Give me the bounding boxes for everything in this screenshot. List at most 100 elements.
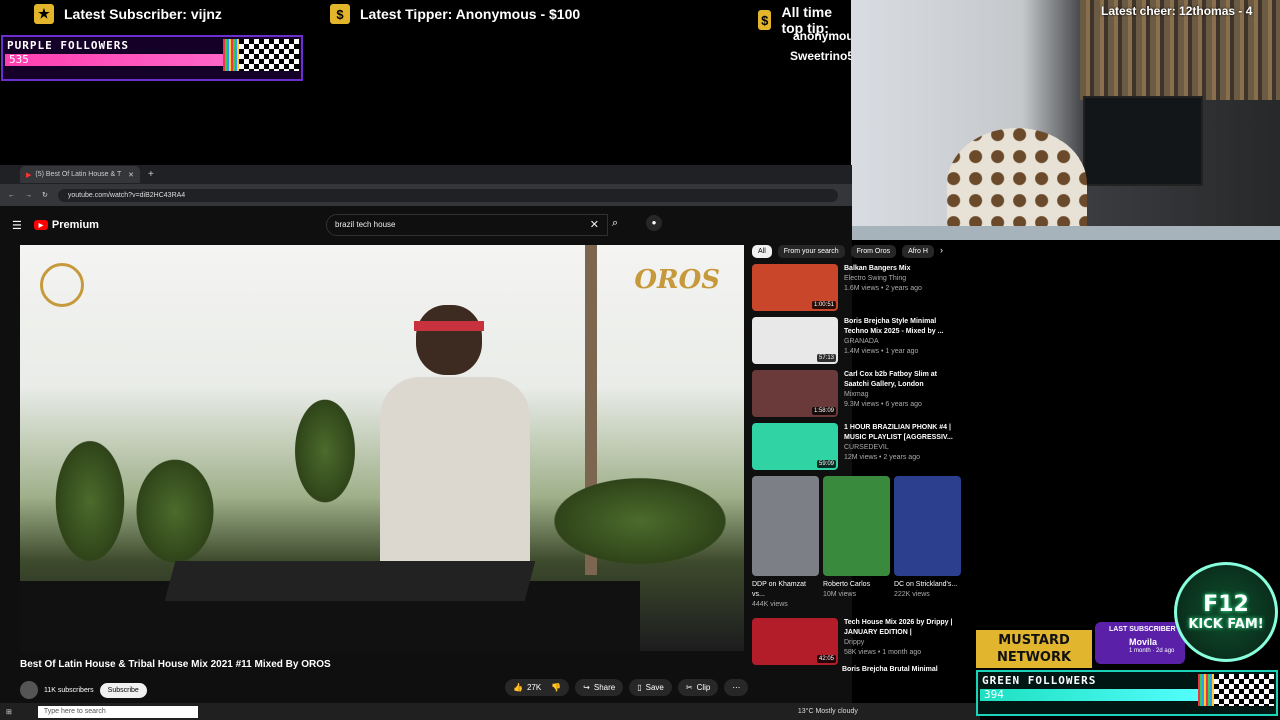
chip-all[interactable]: All bbox=[752, 245, 772, 258]
browser-window: ▶ (5) Best Of Latin House & T ✕ + ← → ↻ … bbox=[0, 165, 961, 703]
last-subscriber-name: Movila bbox=[1129, 637, 1158, 647]
reload-icon[interactable]: ↻ bbox=[42, 191, 48, 199]
share-icon: ↪ bbox=[583, 683, 590, 692]
chevron-right-icon[interactable]: › bbox=[940, 245, 943, 258]
dj bbox=[380, 305, 530, 607]
latest-cheer: Latest cheer: 12thomas - 4 bbox=[1101, 4, 1253, 18]
video-meta: Boris Brejcha Style Minimal Techno Mix 2… bbox=[844, 317, 962, 364]
short-meta[interactable]: DDP on Khamzat vs... 444K views bbox=[752, 580, 819, 610]
youtube-logo[interactable]: ▶ Premium bbox=[33, 219, 99, 231]
more-actions-button[interactable]: ⋯ bbox=[724, 679, 749, 696]
search-value: brazil tech house bbox=[335, 220, 396, 229]
url-field[interactable]: youtube.com/watch?v=diB2HC43RA4 bbox=[57, 188, 838, 202]
clip-button[interactable]: ✂ Clip bbox=[677, 679, 719, 696]
dj-bandana bbox=[414, 321, 484, 331]
desk bbox=[851, 226, 1280, 240]
video-channel: Mixmag bbox=[844, 391, 869, 398]
video-duration: 42:05 bbox=[816, 655, 836, 663]
like-button[interactable]: 👍 27K 👎 bbox=[505, 679, 570, 696]
palm-tree bbox=[130, 451, 220, 571]
recommendation-item[interactable]: 57:13 Boris Brejcha Style Minimal Techno … bbox=[752, 317, 962, 364]
subscriber-count: 11K subscribers bbox=[44, 686, 94, 694]
green-followers-goal: GREEN FOLLOWERS 394 400 bbox=[976, 670, 1278, 716]
mustard-line-1: MUSTARD bbox=[998, 633, 1070, 648]
short-meta[interactable]: Roberto Carlos 10M views bbox=[823, 580, 890, 610]
short-thumbnail[interactable] bbox=[823, 476, 890, 576]
video-thumbnail: 59:09 bbox=[752, 423, 838, 470]
video-title-small: Tech House Mix 2026 by Drippy | JANUARY … bbox=[844, 619, 953, 636]
save-label: Save bbox=[645, 683, 664, 692]
money-bag-icon: $ bbox=[758, 10, 772, 30]
taskbar-search[interactable]: Type here to search bbox=[37, 705, 198, 718]
short-thumbnail[interactable] bbox=[894, 476, 961, 576]
green-followers-current: 394 bbox=[984, 688, 1004, 701]
video-player[interactable]: OROS bbox=[20, 245, 744, 651]
video-duration: 1:58:09 bbox=[811, 407, 836, 415]
tab-title: (5) Best Of Latin House & T bbox=[35, 171, 122, 178]
video-title-small: 1 HOUR BRAZILIAN PHONK #4 | MUSIC PLAYLI… bbox=[844, 424, 953, 441]
mustard-network-badge: MUSTARD NETWORK bbox=[976, 630, 1092, 668]
chip-from-search[interactable]: From your search bbox=[777, 245, 845, 258]
youtube-header: ☰ ▶ Premium brazil tech house ✕ ⌕ ● bbox=[0, 208, 852, 242]
thumbs-down-icon[interactable]: 👎 bbox=[551, 683, 561, 692]
save-button[interactable]: ▯ Save bbox=[629, 679, 672, 696]
purple-followers-label: PURPLE FOLLOWERS bbox=[7, 39, 129, 52]
share-button[interactable]: ↪ Share bbox=[575, 679, 624, 696]
video-thumbnail: 42:05 bbox=[752, 618, 838, 665]
rainbow-decor bbox=[223, 39, 239, 71]
rainbow-decor bbox=[1198, 674, 1214, 706]
video-stats: 1.6M views • 2 years ago bbox=[844, 285, 922, 292]
purple-followers-fill bbox=[5, 54, 229, 66]
filter-chips: All From your search From Oros Afro H › bbox=[752, 245, 962, 258]
weather-widget[interactable]: 13°C Mostly cloudy bbox=[798, 708, 858, 715]
search-icon[interactable]: ⌕ bbox=[612, 217, 618, 230]
recommendation-item[interactable]: 1:00:51 Balkan Bangers Mix Electro Swing T… bbox=[752, 264, 962, 311]
video-meta: 1 HOUR BRAZILIAN PHONK #4 | MUSIC PLAYLI… bbox=[844, 423, 962, 470]
last-subscriber-time: 1 month · 2d ago bbox=[1129, 648, 1175, 654]
forward-icon[interactable]: → bbox=[25, 192, 32, 199]
short-views: 10M views bbox=[823, 591, 857, 598]
video-channel: Electro Swing Thing bbox=[844, 275, 907, 282]
search-input[interactable]: brazil tech house ✕ bbox=[326, 214, 608, 236]
hedge bbox=[540, 471, 740, 571]
close-tab-icon[interactable]: ✕ bbox=[128, 171, 134, 179]
chip-from-oros[interactable]: From Oros bbox=[850, 245, 897, 258]
subscribe-button[interactable]: Subscribe bbox=[99, 682, 147, 698]
microphone-icon[interactable]: ● bbox=[646, 215, 662, 231]
tab-strip: ▶ (5) Best Of Latin House & T ✕ + bbox=[0, 165, 852, 184]
recommendation-item[interactable]: 42:05 Tech House Mix 2026 by Drippy | JA… bbox=[752, 618, 962, 665]
menu-icon[interactable]: ☰ bbox=[12, 219, 22, 232]
kick-line-2: KICK FAM! bbox=[1188, 617, 1264, 632]
latest-subscriber: ★ Latest Subscriber: vijnz bbox=[34, 4, 222, 24]
short-thumbnail[interactable] bbox=[752, 476, 819, 576]
oros-watermark: OROS bbox=[634, 265, 720, 295]
short-meta[interactable]: DC on Strickland's... 222K views bbox=[894, 580, 961, 610]
palm-tree bbox=[290, 391, 360, 511]
video-stats: 58K views • 1 month ago bbox=[844, 649, 922, 656]
latest-subscriber-text: Latest Subscriber: vijnz bbox=[64, 6, 222, 22]
short-title: Roberto Carlos bbox=[823, 581, 871, 588]
chip-afro-house[interactable]: Afro H bbox=[902, 245, 934, 258]
channel-avatar[interactable] bbox=[20, 681, 38, 699]
recommendations-sidebar: All From your search From Oros Afro H › … bbox=[752, 245, 962, 675]
star-icon: ★ bbox=[34, 4, 54, 24]
video-stats: 1.4M views • 1 year ago bbox=[844, 348, 919, 355]
palm-tree bbox=[50, 431, 130, 571]
video-title-small[interactable]: Boris Brejcha Brutal Minimal bbox=[842, 665, 962, 675]
shorts-shelf bbox=[752, 476, 962, 576]
checker-flag-decor bbox=[1214, 674, 1274, 706]
browser-tab[interactable]: ▶ (5) Best Of Latin House & T ✕ bbox=[20, 166, 140, 183]
windows-start-icon[interactable]: ⊞ bbox=[6, 708, 12, 716]
clear-search-icon[interactable]: ✕ bbox=[590, 218, 599, 231]
last-subscriber-card: LAST SUBSCRIBER Movila 1 month · 2d ago bbox=[1095, 622, 1185, 664]
latest-tipper-text: Latest Tipper: Anonymous - $100 bbox=[360, 6, 581, 22]
video-thumbnail: 57:13 bbox=[752, 317, 838, 364]
recommendation-item[interactable]: 1:58:09 Carl Cox b2b Fatboy Slim at Saatc… bbox=[752, 370, 962, 417]
windows-taskbar: ⊞ Type here to search 13°C Mostly cloudy bbox=[0, 703, 980, 720]
mustard-line-2: NETWORK bbox=[996, 650, 1072, 665]
video-thumbnail: 1:58:09 bbox=[752, 370, 838, 417]
new-tab-icon[interactable]: + bbox=[148, 169, 154, 180]
back-icon[interactable]: ← bbox=[8, 192, 15, 199]
recommendation-item[interactable]: 59:09 1 HOUR BRAZILIAN PHONK #4 | MUSIC P… bbox=[752, 423, 962, 470]
address-bar-row: ← → ↻ youtube.com/watch?v=diB2HC43RA4 bbox=[0, 184, 852, 206]
